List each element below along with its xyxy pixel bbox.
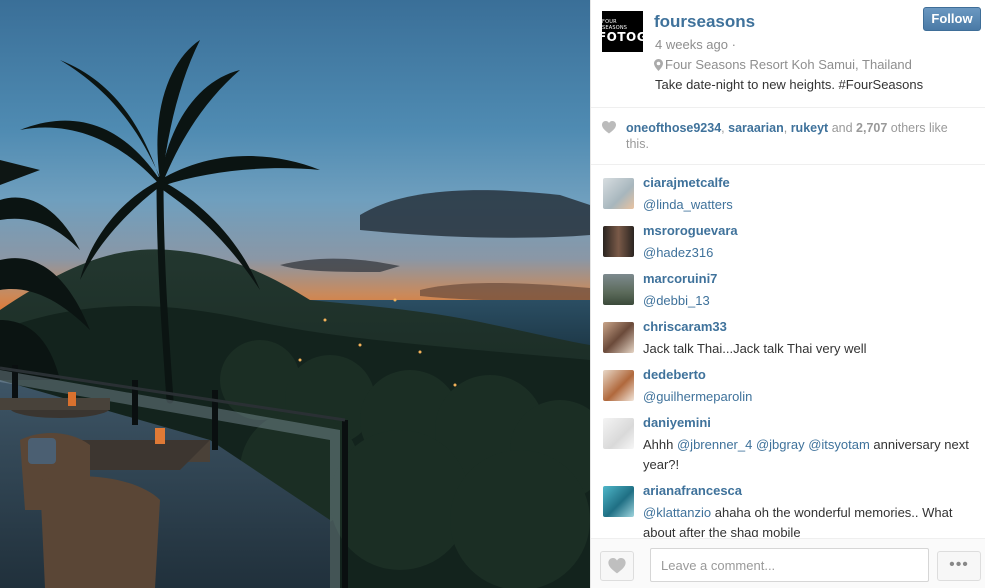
commenter-avatar[interactable] (603, 370, 634, 401)
location-pin-icon (654, 58, 663, 71)
heart-icon (602, 121, 616, 134)
mention-link[interactable]: @itsyotam (808, 437, 870, 452)
comment-text: @debbi_13 (643, 291, 973, 311)
comment-text: Jack talk Thai...Jack talk Thai very wel… (643, 341, 867, 356)
profile-avatar[interactable]: FOUR SEASONS FOTOG (598, 11, 647, 52)
location-name: Four Seasons Resort Koh Samui, Thailand (665, 57, 912, 72)
likes-separator: , (783, 121, 791, 135)
comment-text: @guilhermeparolin (643, 387, 973, 407)
mention-link[interactable]: @klattanzio (643, 505, 711, 520)
commenter-avatar[interactable] (603, 274, 634, 305)
post-timestamp[interactable]: 4 weeks ago · (655, 37, 736, 52)
comment-text: Ahhh @jbrenner_4 @jbgray @itsyotam anniv… (643, 435, 973, 475)
comment-text: @klattanzio ahaha oh the wonderful memor… (643, 503, 973, 537)
commenter-username[interactable]: marcoruini7 (643, 271, 717, 286)
mention-link[interactable]: @jbgray (756, 437, 805, 452)
more-options-icon[interactable]: ••• (937, 551, 981, 581)
commenter-avatar[interactable] (603, 418, 634, 449)
commenter-username[interactable]: ciarajmetcalfe (643, 175, 730, 190)
commenter-avatar[interactable] (603, 322, 634, 353)
post-location[interactable]: Four Seasons Resort Koh Samui, Thailand (654, 57, 912, 72)
commenter-username[interactable]: dedeberto (643, 367, 706, 382)
likes-summary: oneofthose9234, saraarian, rukeyt and 2,… (591, 109, 985, 165)
likes-and: and (828, 121, 857, 135)
commenter-username[interactable]: msroroguevara (643, 223, 738, 238)
post-details-panel: FOUR SEASONS FOTOG fourseasons Follow 4 … (590, 0, 985, 588)
commenter-username[interactable]: daniyemini (643, 415, 711, 430)
post-header: FOUR SEASONS FOTOG fourseasons Follow 4 … (591, 0, 985, 108)
liker-link[interactable]: oneofthose9234 (626, 121, 721, 135)
post-photo[interactable] (0, 0, 590, 588)
avatar-text-bottom: FOTOG (597, 30, 648, 44)
liker-link[interactable]: saraarian (728, 121, 784, 135)
comment-text-segment: Ahhh (643, 437, 677, 452)
mention-link[interactable]: @hadez316 (643, 245, 713, 260)
commenter-username[interactable]: arianafrancesca (643, 483, 742, 498)
mention-link[interactable]: @debbi_13 (643, 293, 710, 308)
commenter-avatar[interactable] (603, 486, 634, 517)
resort-sunset-photo (0, 40, 590, 588)
mention-link[interactable]: @linda_watters (643, 197, 733, 212)
post-caption: Take date-night to new heights. #FourSea… (655, 77, 924, 92)
comments-list[interactable]: ciarajmetcalfe @linda_watters msroroguev… (591, 165, 985, 537)
comment-footer: ••• (591, 538, 985, 588)
comment-text: @linda_watters (643, 195, 973, 215)
like-button[interactable] (600, 551, 634, 581)
comment-text: @hadez316 (643, 243, 973, 263)
commenter-username[interactable]: chriscaram33 (643, 319, 727, 334)
likes-count[interactable]: 2,707 (856, 121, 887, 135)
mention-link[interactable]: @jbrenner_4 (677, 437, 752, 452)
commenter-avatar[interactable] (603, 226, 634, 257)
follow-button[interactable]: Follow (923, 7, 981, 31)
heart-icon (608, 558, 626, 574)
commenter-avatar[interactable] (603, 178, 634, 209)
comment-input[interactable] (650, 548, 929, 582)
mention-link[interactable]: @guilhermeparolin (643, 389, 752, 404)
post-username-link[interactable]: fourseasons (654, 12, 755, 32)
liker-link[interactable]: rukeyt (791, 121, 829, 135)
likes-text: oneofthose9234, saraarian, rukeyt and 2,… (626, 120, 971, 152)
